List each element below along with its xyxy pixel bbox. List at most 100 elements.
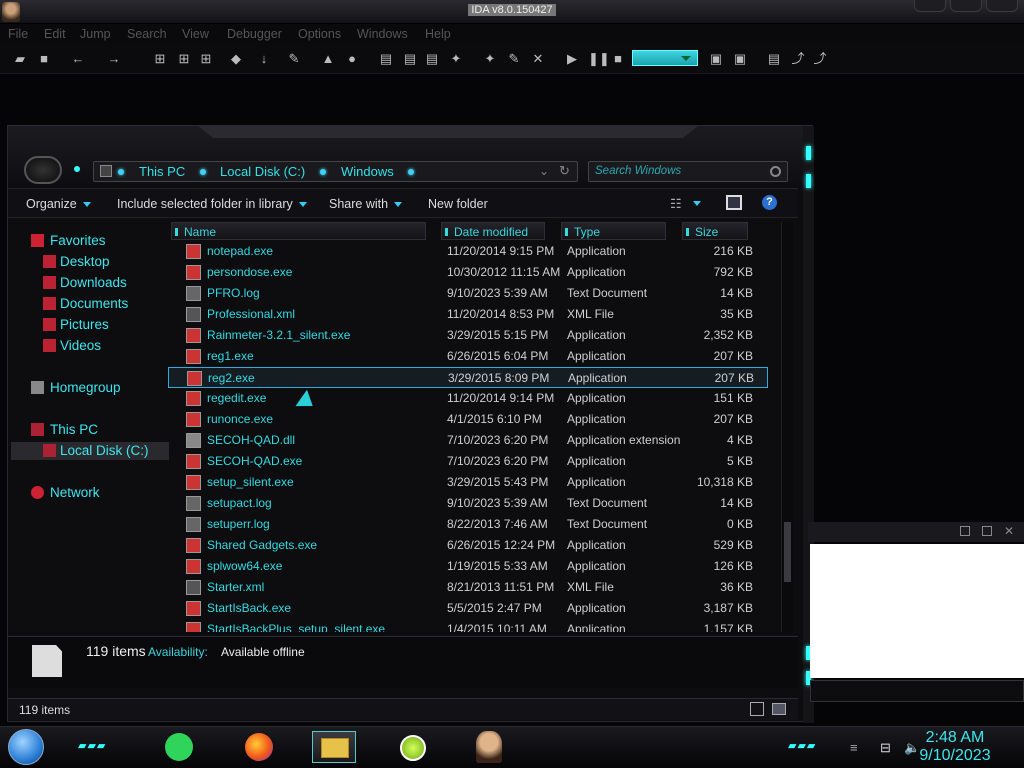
file-row[interactable]: StartIsBackPlus_setup_silent.exe 1/4/2015… [168,619,768,632]
file-row[interactable]: PFRO.log 9/10/2023 5:39 AM Text Document 14… [168,283,768,304]
nav-downloads[interactable]: Downloads [60,275,127,290]
nav-favorites[interactable]: Favorites [50,233,106,248]
column-type[interactable]: Type [561,222,666,240]
new-folder-button[interactable]: New folder [428,197,488,211]
breakpoint-icon[interactable]: ✦ [482,51,498,67]
file-row[interactable]: Starter.xml 8/21/2013 11:51 PM XML File 36 … [168,577,768,598]
cpu2-icon[interactable]: ▣ [732,51,748,67]
nav-pictures[interactable]: Pictures [60,317,109,332]
pause-icon[interactable]: ❚❚ [588,51,610,67]
file-row[interactable]: notepad.exe 11/20/2014 9:15 PM Application… [168,241,768,262]
file-row[interactable]: SECOH-QAD.exe 7/10/2023 6:20 PM Applicatio… [168,451,768,472]
hex-icon[interactable]: ▤ [378,51,394,67]
taskbar-app-lime[interactable] [392,731,436,763]
file-row[interactable]: StartIsBack.exe 5/5/2015 2:47 PM Applicati… [168,598,768,619]
large-icons-view-icon[interactable] [772,703,786,715]
back-icon[interactable]: ← [70,51,86,67]
help-icon[interactable]: ? [762,195,777,210]
nav-local-disk[interactable]: Local Disk (C:) [60,443,149,458]
taskbar-app-firefox[interactable] [238,731,282,763]
file-row[interactable]: splwow64.exe 1/19/2015 5:33 AM Application… [168,556,768,577]
warning-icon[interactable]: ▲ [320,51,336,67]
minimize-button[interactable] [914,0,946,12]
file-row[interactable]: setup_silent.exe 3/29/2015 5:43 PM Applica… [168,472,768,493]
refresh-icon[interactable]: ↻ [559,163,570,179]
close-icon[interactable]: ✕ [1004,524,1014,538]
details-view-icon[interactable] [750,702,764,716]
recent-dot-icon[interactable] [74,166,80,172]
file-row[interactable]: Shared Gadgets.exe 6/26/2015 12:24 PM Appl… [168,535,768,556]
nav-documents[interactable]: Documents [60,296,128,311]
open-icon[interactable]: ▰ [12,51,28,67]
debugger-select[interactable] [632,50,698,66]
menu-file[interactable]: File [8,27,28,41]
file-row[interactable]: persondose.exe 10/30/2012 11:15 AM Applica… [168,262,768,283]
patch-icon[interactable]: ✎ [286,51,302,67]
taskbar-app-ida[interactable] [466,731,510,763]
menu-edit[interactable]: Edit [44,27,66,41]
breadcrumb-local-disk[interactable]: Local Disk (C:) [220,164,305,179]
file-row[interactable]: setupact.log 9/10/2023 5:39 AM Text Docume… [168,493,768,514]
save-icon[interactable]: ■ [36,51,52,67]
undefine-icon[interactable]: ◆ [228,51,244,67]
flow2-icon[interactable]: ⤴ [812,51,828,67]
view-options-icon[interactable]: ☷ [670,196,682,212]
breadcrumb-this-pc[interactable]: This PC [139,164,185,179]
menu-windows[interactable]: Windows [357,27,408,41]
show-desktop-icon[interactable]: ≡ [850,740,858,755]
address-bar[interactable]: This PC Local Disk (C:) Windows ⌄ ↻ [93,161,578,182]
menu-debugger[interactable]: Debugger [227,27,282,41]
play-icon[interactable]: ▶ [564,51,580,67]
graph-icon[interactable]: ▤ [766,51,782,67]
column-size[interactable]: Size [682,222,748,240]
menu-search[interactable]: Search [127,27,167,41]
clock-date[interactable]: 9/10/2023 [910,747,1000,765]
close-button[interactable] [986,0,1018,12]
search-box[interactable]: Search Windows [588,161,788,182]
file-row[interactable]: runonce.exe 4/1/2015 6:10 PM Application 20… [168,409,768,430]
taskbar-app-explorer[interactable] [312,731,356,763]
menu-options[interactable]: Options [298,27,341,41]
file-row[interactable]: Professional.xml 11/20/2014 8:53 PM XML Fi… [168,304,768,325]
restore-icon[interactable] [982,526,992,536]
forward-icon[interactable]: → [106,51,122,67]
column-name[interactable]: Name [171,222,426,240]
menu-help[interactable]: Help [425,27,451,41]
nav-desktop[interactable]: Desktop [60,254,110,269]
stop-icon[interactable]: ■ [610,51,626,67]
file-row[interactable]: reg1.exe 6/26/2015 6:04 PM Application 207 … [168,346,768,367]
align-icon[interactable]: ⊞ [198,51,214,67]
nav-this-pc[interactable]: This PC [50,422,98,437]
sparkle-icon[interactable]: ✦ [448,51,464,67]
nav-videos[interactable]: Videos [60,338,101,353]
file-row[interactable]: setuperr.log 8/22/2013 7:46 AM Text Docume… [168,514,768,535]
cpu-icon[interactable]: ▣ [708,51,724,67]
back-forward-orb-icon[interactable] [24,156,62,184]
network-tray-icon[interactable]: ⊟ [880,740,891,756]
start-button[interactable] [8,729,44,765]
flow-icon[interactable]: ⤴ [790,51,806,67]
file-row[interactable]: SECOH-QAD.dll 7/10/2023 6:20 PM Applicatio… [168,430,768,451]
scrollbar-thumb[interactable] [784,522,791,582]
file-row[interactable]: Rainmeter-3.2.1_silent.exe 3/29/2015 5:15… [168,325,768,346]
strings-icon[interactable]: ▤ [402,51,418,67]
minimize-icon[interactable] [960,526,970,536]
column-date-modified[interactable]: Date modified [441,222,545,240]
edit-icon[interactable]: ✎ [506,51,522,67]
search-icon[interactable] [770,166,781,177]
file-row[interactable]: reg2.exe 3/29/2015 8:09 PM Application 207 … [168,367,768,388]
organize-button[interactable]: Organize [26,197,91,211]
preview-pane-icon[interactable] [726,195,742,210]
down-arrow-icon[interactable]: ↓ [256,51,272,67]
data-icon[interactable]: ⊞ [176,51,192,67]
cross-icon[interactable]: ✕ [530,51,546,67]
address-dropdown-icon[interactable]: ⌄ [539,164,549,178]
breadcrumb-windows[interactable]: Windows [341,164,394,179]
maximize-button[interactable] [950,0,982,12]
code-icon[interactable]: ⊞ [152,51,168,67]
nav-network[interactable]: Network [50,485,100,500]
clock-time[interactable]: 2:48 AM [910,729,1000,747]
share-with-button[interactable]: Share with [329,197,403,211]
vertical-scrollbar[interactable] [781,222,793,632]
menu-view[interactable]: View [182,27,209,41]
